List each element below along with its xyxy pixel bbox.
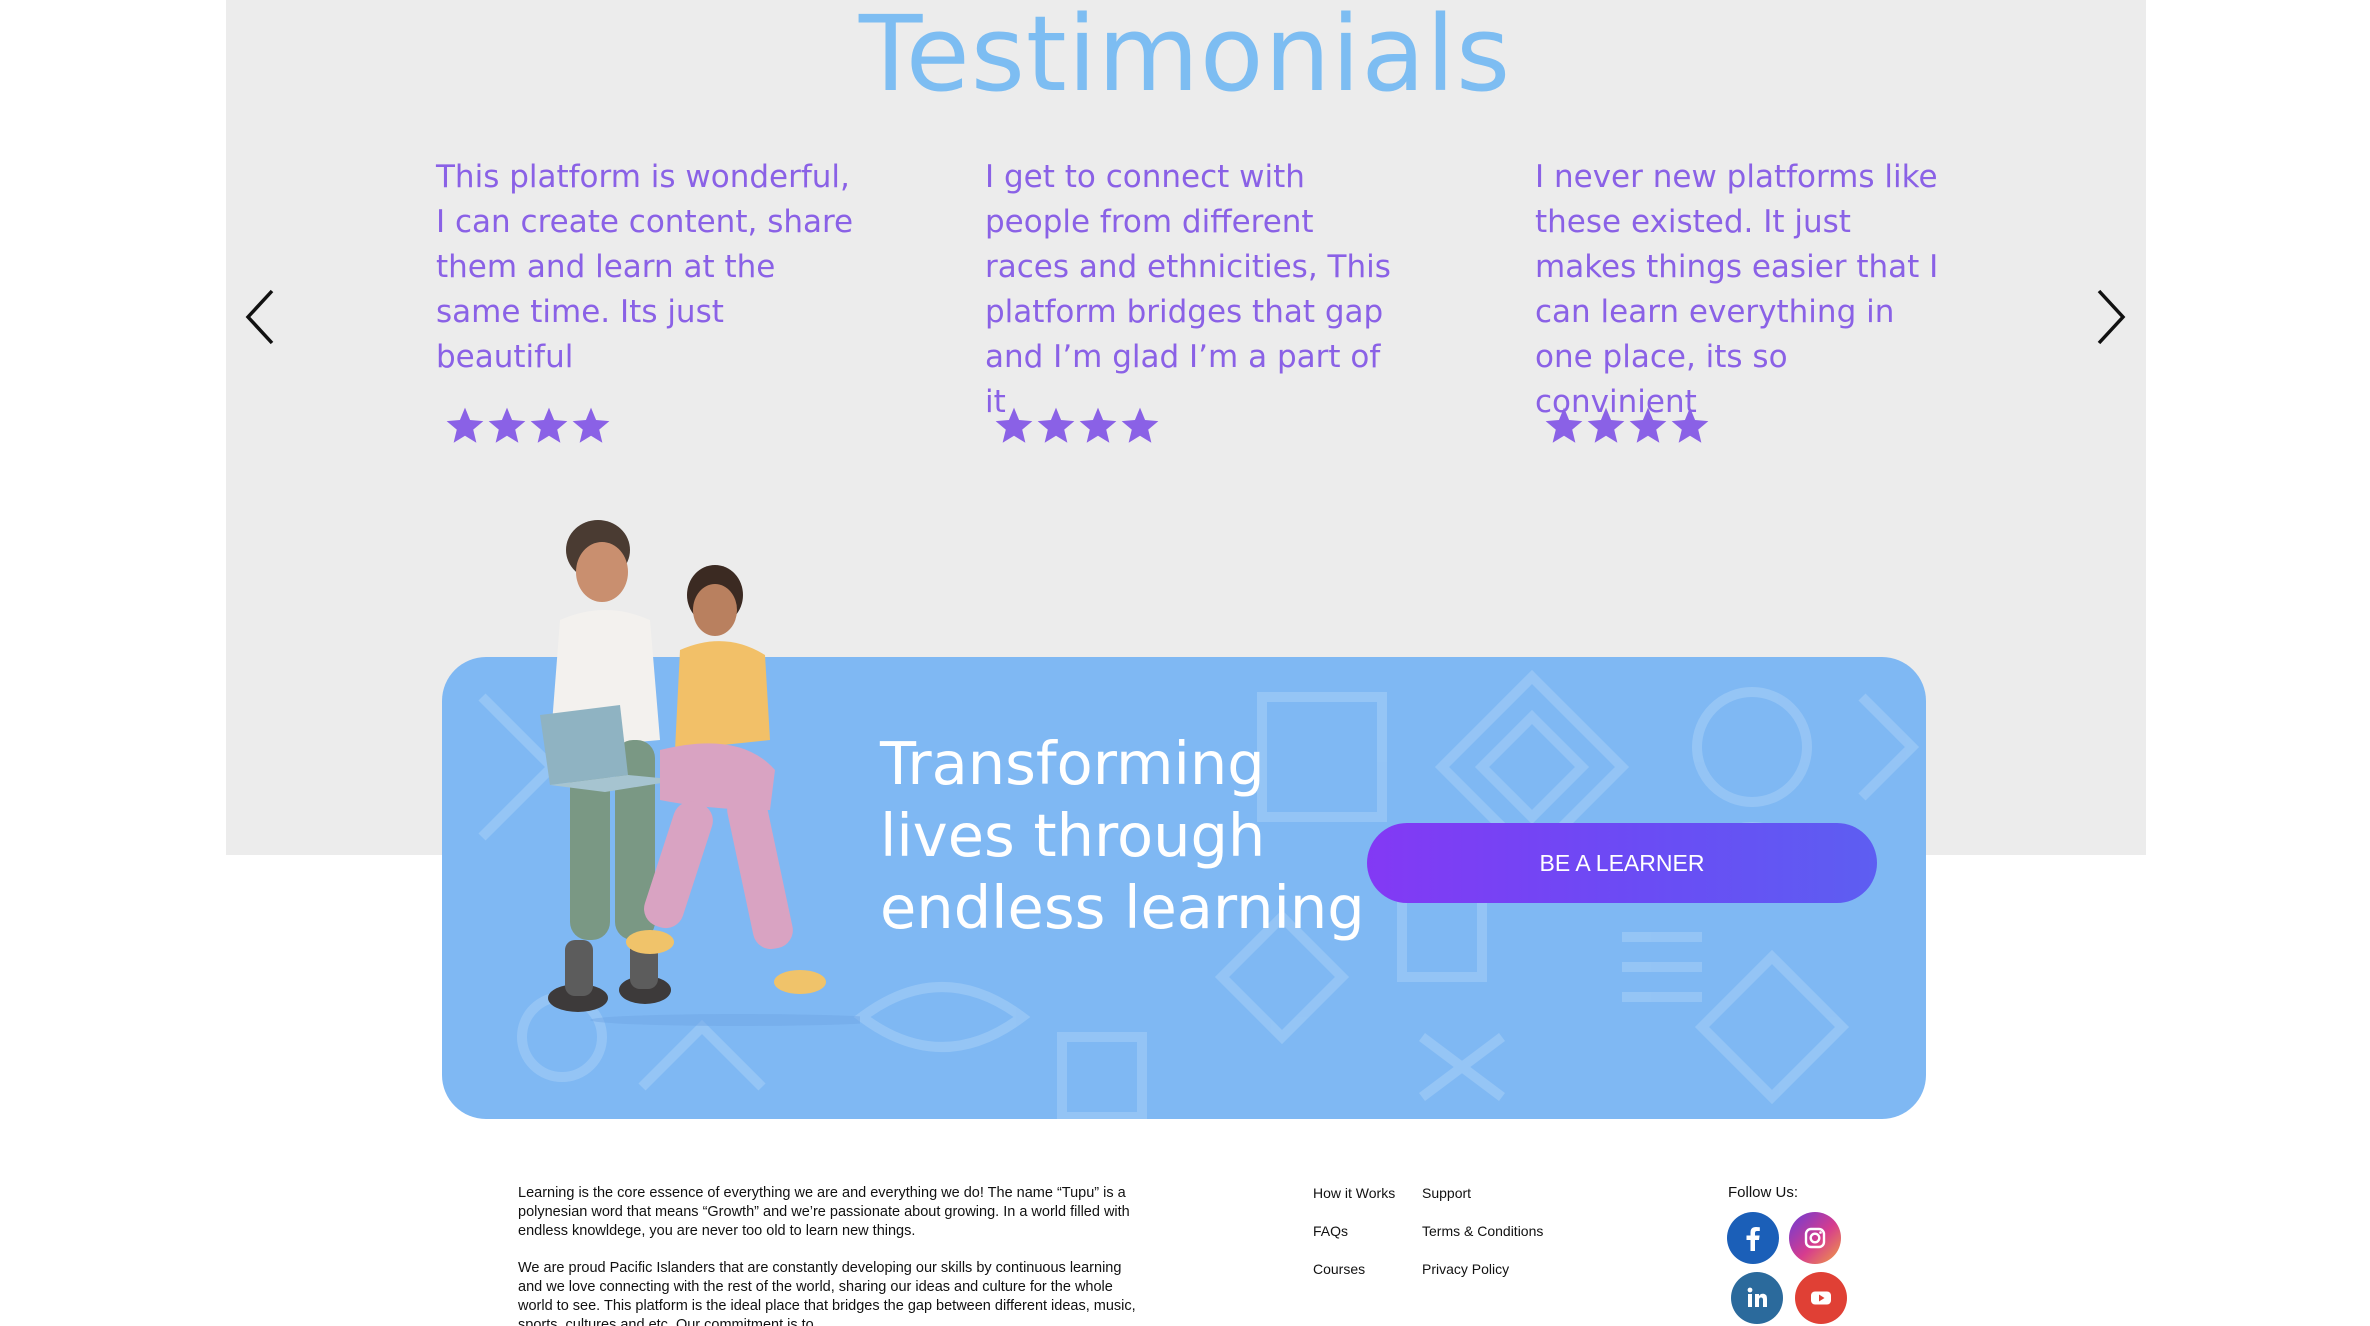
linkedin-icon[interactable] [1731, 1272, 1783, 1324]
star-icon [570, 405, 612, 447]
next-arrow-icon[interactable] [2085, 285, 2135, 349]
star-icon [486, 405, 528, 447]
footer-link-support[interactable]: Support [1422, 1185, 1471, 1201]
facebook-icon[interactable] [1727, 1212, 1779, 1264]
testimonials-title: Testimonials [858, 0, 1512, 115]
star-icon [1077, 405, 1119, 447]
footer-link-terms[interactable]: Terms & Conditions [1422, 1223, 1543, 1239]
testimonial-card: I get to connect with people from differ… [985, 155, 1405, 443]
learners-illustration [540, 520, 860, 1026]
instagram-icon[interactable] [1789, 1212, 1841, 1264]
follow-us-label: Follow Us: [1728, 1184, 1799, 1201]
testimonial-text: I get to connect with people from differ… [985, 159, 1391, 420]
previous-arrow-icon[interactable] [236, 285, 286, 349]
star-icon [1035, 405, 1077, 447]
about-paragraph: We are proud Pacific Islanders that are … [518, 1260, 1136, 1326]
star-icon [1119, 405, 1161, 447]
star-rating [1543, 405, 1711, 452]
star-icon [1585, 405, 1627, 447]
footer-link-faqs[interactable]: FAQs [1313, 1223, 1348, 1239]
about-text: Learning is the core essence of everythi… [518, 1184, 1138, 1326]
star-rating [444, 405, 612, 452]
star-icon [1627, 405, 1669, 447]
star-icon [444, 405, 486, 447]
star-icon [1543, 405, 1585, 447]
youtube-icon[interactable] [1795, 1272, 1847, 1324]
star-icon [1669, 405, 1711, 447]
about-paragraph: Learning is the core essence of everythi… [518, 1185, 1130, 1239]
footer-link-courses[interactable]: Courses [1313, 1261, 1365, 1277]
star-icon [528, 405, 570, 447]
star-icon [993, 405, 1035, 447]
testimonial-card: This platform is wonderful, I can create… [436, 155, 856, 443]
banner-title: Transforming lives through endless learn… [880, 729, 1365, 942]
be-a-learner-button[interactable]: BE A LEARNER [1367, 823, 1877, 903]
star-rating [993, 405, 1161, 452]
footer-link-privacy[interactable]: Privacy Policy [1422, 1261, 1509, 1277]
testimonial-text: I never new platforms like these existed… [1535, 159, 1939, 420]
testimonial-card: I never new platforms like these existed… [1535, 155, 1955, 443]
footer-link-how-it-works[interactable]: How it Works [1313, 1185, 1395, 1201]
testimonial-text: This platform is wonderful, I can create… [436, 159, 854, 375]
